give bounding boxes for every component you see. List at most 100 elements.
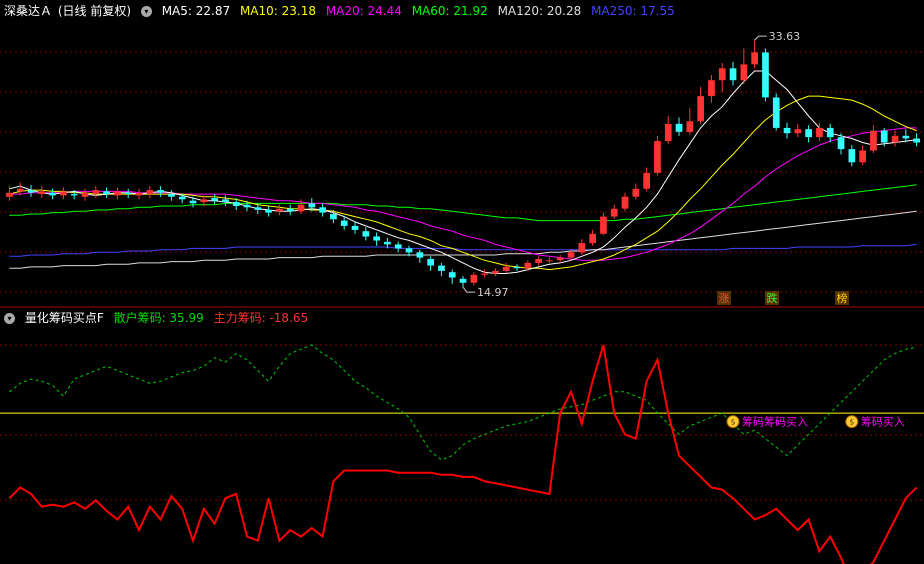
candle-body <box>384 241 391 245</box>
settings-icon[interactable]: ▾ <box>140 6 152 17</box>
ma10-line <box>9 95 917 271</box>
candle <box>103 187 110 199</box>
candle-body <box>697 96 704 122</box>
candle-body <box>70 194 78 196</box>
candle-body <box>373 236 380 241</box>
candle <box>60 187 67 200</box>
candle-body <box>589 233 596 244</box>
candle-body <box>470 274 478 283</box>
candle-body <box>448 272 456 278</box>
candle-body <box>81 192 89 197</box>
badge-1: 跌 <box>765 291 779 305</box>
candle-body <box>243 204 251 208</box>
candle <box>362 227 370 241</box>
candle-body <box>643 172 650 189</box>
candle <box>92 186 100 199</box>
ma60-label: MA60: 21.92 <box>411 4 488 18</box>
candle-body <box>189 200 197 204</box>
candle-body <box>621 196 629 209</box>
candle-body <box>416 252 424 258</box>
badge-2: 榜 <box>835 291 849 305</box>
candle <box>351 221 359 234</box>
candle <box>913 133 920 147</box>
buy-signal-label: 筹码筹码买入 <box>742 415 808 429</box>
candle-body <box>362 231 370 237</box>
candle-body <box>319 207 326 213</box>
candle <box>621 192 629 212</box>
candle-body <box>340 220 348 226</box>
candle <box>211 194 218 205</box>
candle <box>427 256 434 271</box>
indicator-menu-icon[interactable]: ▾ <box>4 313 15 324</box>
candle-body <box>805 129 812 138</box>
candle-body <box>276 208 283 212</box>
candle <box>222 195 229 207</box>
candle <box>870 125 877 154</box>
candle <box>319 203 326 217</box>
candle-body <box>297 204 305 212</box>
candle-body <box>405 248 413 253</box>
candle-body <box>826 127 834 138</box>
candle-body <box>654 141 661 173</box>
candle <box>751 40 758 69</box>
candle-body <box>600 216 607 234</box>
candle <box>610 204 618 220</box>
candle <box>740 48 748 85</box>
candle-body <box>902 135 910 139</box>
candle <box>513 264 521 271</box>
candle <box>643 167 650 192</box>
candle-body <box>286 208 294 212</box>
candle-body <box>103 191 110 194</box>
candle-body <box>351 225 359 230</box>
candle <box>286 204 294 216</box>
candle <box>168 190 175 201</box>
candle-body <box>254 207 262 210</box>
candle <box>81 188 89 201</box>
candle-body <box>567 252 575 258</box>
candle <box>276 204 283 216</box>
buy-signal-label: 筹码买入 <box>861 415 905 429</box>
candle-body <box>718 68 726 81</box>
candle-body <box>308 203 316 208</box>
candle <box>718 63 726 93</box>
candle-body <box>880 130 888 143</box>
candle-body <box>459 278 467 283</box>
low-price-label: 14.97 <box>477 286 509 299</box>
candle-body <box>859 150 866 163</box>
candle <box>859 145 866 165</box>
candle <box>38 186 46 199</box>
candle-body <box>232 202 240 206</box>
candle-body <box>157 190 164 193</box>
candle-body <box>816 127 823 138</box>
main-chips-label: 主力筹码: -18.65 <box>213 311 309 325</box>
candle <box>470 272 478 286</box>
low-pointer <box>462 286 475 293</box>
candle-body <box>664 123 672 142</box>
buy-signal: $ 筹码买入 <box>845 415 905 429</box>
ma20-label: MA20: 24.44 <box>325 4 402 18</box>
candle <box>772 93 780 131</box>
candle <box>448 269 456 285</box>
candle-body <box>546 260 553 262</box>
candle <box>826 123 834 143</box>
candle-body <box>783 127 791 134</box>
candle-body <box>135 192 143 196</box>
candle <box>805 125 812 143</box>
candle <box>783 122 791 139</box>
candle <box>848 145 856 167</box>
retail-chips-label: 散户筹码: 35.99 <box>113 311 204 325</box>
candle-body <box>114 191 121 196</box>
candle-body <box>891 135 899 143</box>
candle-body <box>837 137 845 150</box>
candle <box>373 232 380 246</box>
candle <box>394 241 402 253</box>
candle-body <box>146 190 154 195</box>
candle <box>762 48 769 102</box>
candle <box>632 183 640 200</box>
candle-body <box>708 80 715 97</box>
candle-body <box>524 262 532 269</box>
candle-body <box>27 190 35 193</box>
candle <box>546 256 553 263</box>
ma5-label: MA5: 22.87 <box>161 4 231 18</box>
candle-body <box>535 259 542 263</box>
